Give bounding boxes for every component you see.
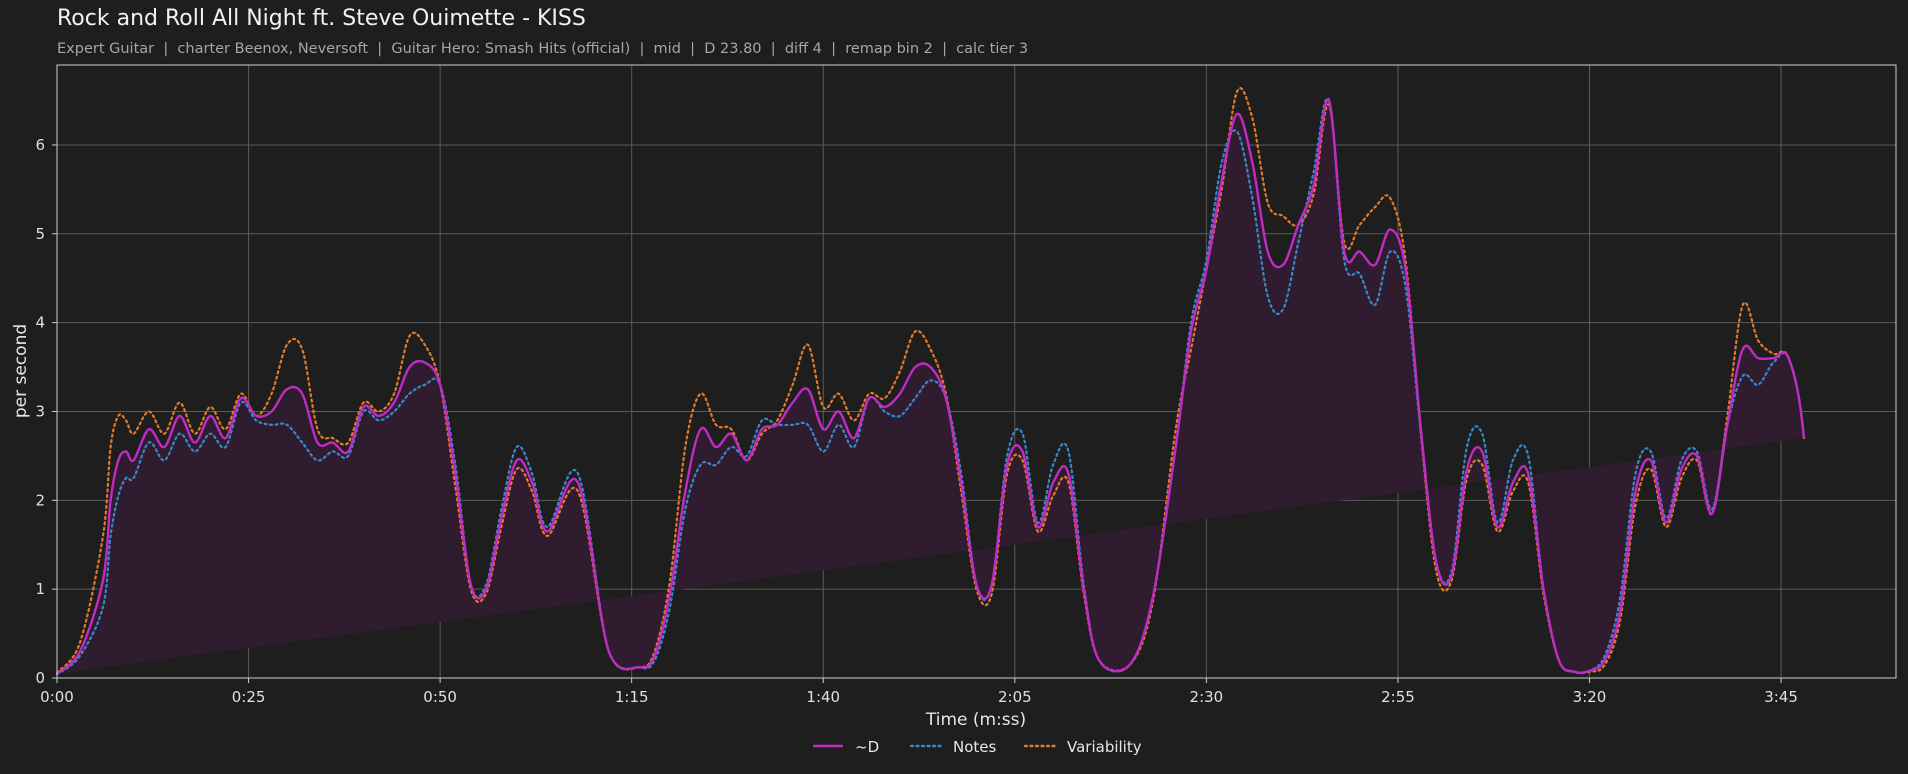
legend-label: ~D <box>855 738 879 756</box>
legend-item-d: ~D <box>813 738 879 756</box>
y-tick-label: 1 <box>35 580 45 598</box>
legend-label: Notes <box>953 738 997 756</box>
y-tick-label: 3 <box>35 402 45 420</box>
y-tick-label: 4 <box>35 314 45 332</box>
x-tick-label: 2:55 <box>1381 688 1415 706</box>
line-chart: 0:00 0:25 0:50 1:15 1:40 2:05 2:30 2:55 3:20 3:45… <box>11 64 1897 756</box>
x-tick-label: 0:25 <box>232 688 266 706</box>
x-tick-label: 3:20 <box>1573 688 1607 706</box>
y-tick-label: 0 <box>35 669 45 687</box>
x-axis-label: Time (m:ss) <box>925 710 1026 730</box>
x-tick-label: 1:40 <box>806 688 840 706</box>
y-tick-label: 2 <box>35 491 45 509</box>
y-axis-label: per second <box>11 324 31 418</box>
y-tick-label: 6 <box>35 136 45 154</box>
x-tick-label: 2:30 <box>1190 688 1224 706</box>
legend-label: Variability <box>1067 738 1142 756</box>
y-axis-ticks: 0 1 2 3 4 5 6 <box>35 136 57 687</box>
x-tick-label: 1:15 <box>615 688 649 706</box>
x-tick-label: 3:45 <box>1764 688 1798 706</box>
legend-item-variability: Variability <box>1023 738 1142 756</box>
x-tick-label: 0:00 <box>40 688 74 706</box>
legend: ~D Notes Variability <box>813 738 1142 756</box>
x-tick-label: 2:05 <box>998 688 1032 706</box>
x-tick-label: 0:50 <box>423 688 457 706</box>
legend-item-notes: Notes <box>909 738 997 756</box>
y-tick-label: 5 <box>35 225 45 243</box>
x-axis-ticks: 0:00 0:25 0:50 1:15 1:40 2:05 2:30 2:55 3:20 3:45 <box>40 678 1798 706</box>
